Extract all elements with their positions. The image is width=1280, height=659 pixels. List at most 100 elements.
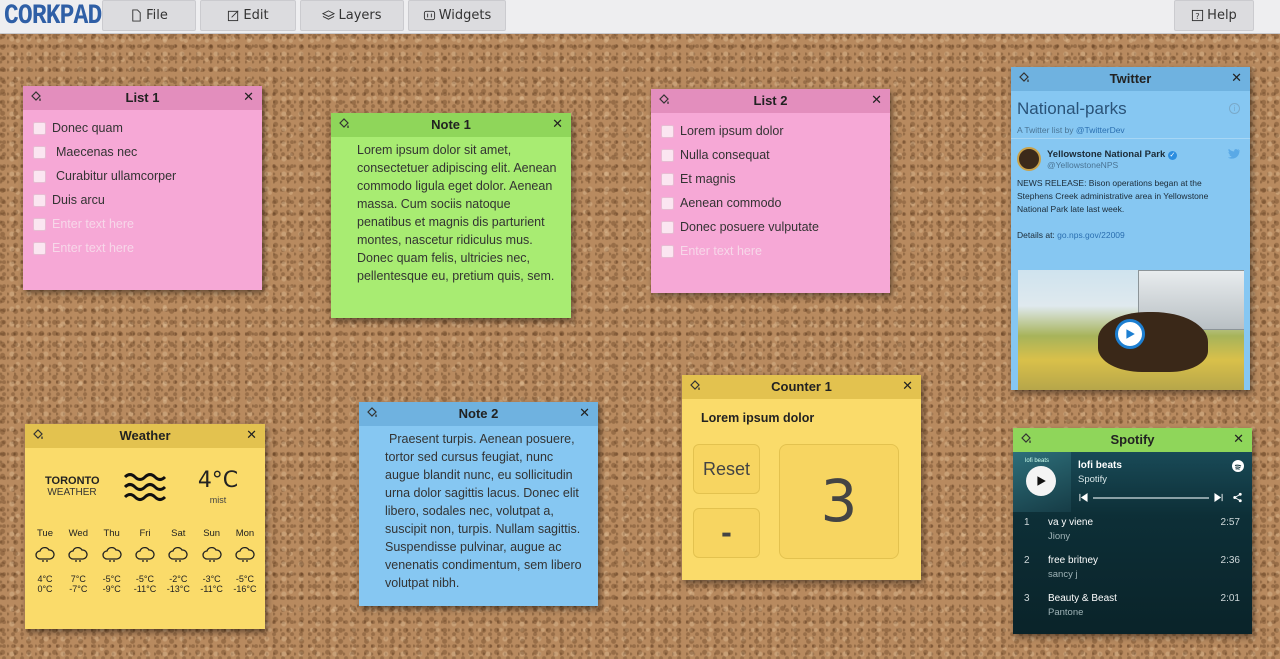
track-name[interactable]: Beauty & Beast [1048,593,1117,604]
track-row[interactable]: 3 Beauty & Beast Pantone 2:01 [1013,591,1252,629]
tweet-handle[interactable]: @YellowstoneNPS [1047,160,1177,170]
tweet-author[interactable]: Yellowstone National Park [1047,149,1165,160]
byline-handle[interactable]: @TwitterDev [1076,125,1125,135]
album-art[interactable]: lofi beats [1013,452,1071,512]
paint-bucket-icon[interactable] [337,117,351,131]
list-item-text[interactable]: Curabitur ullamcorper [56,169,176,183]
list-item-text[interactable]: Donec posuere vulputate [680,220,819,234]
details-link[interactable]: go.nps.gov/22009 [1057,230,1125,240]
layers-menu-button[interactable]: Layers [300,0,404,31]
widget-header[interactable]: Counter 1 ✕ [682,375,921,399]
spotify-logo-icon[interactable] [1232,460,1244,472]
checkbox[interactable] [33,121,46,135]
close-icon[interactable]: ✕ [243,86,254,108]
widget-header[interactable]: Note 2 ✕ [359,402,598,426]
note-1-widget[interactable]: Note 1 ✕ Lorem ipsum dolor sit amet, con… [331,113,571,318]
file-menu-button[interactable]: File [102,0,196,31]
paint-bucket-icon[interactable] [688,379,702,393]
list-item-text[interactable]: Aenean commodo [680,196,781,210]
list-item[interactable]: Lorem ipsum dolor [661,119,890,143]
paint-bucket-icon[interactable] [1017,71,1031,85]
checkbox[interactable] [661,124,674,138]
close-icon[interactable]: ✕ [246,424,257,446]
close-icon[interactable]: ✕ [1233,428,1244,450]
widget-header[interactable]: Note 1 ✕ [331,113,571,137]
weather-widget[interactable]: Weather ✕ TORONTO WEATHER 4°C mist Tue 4… [25,424,265,629]
edit-menu-button[interactable]: Edit [200,0,296,31]
checkbox[interactable] [661,244,674,258]
list-item-text[interactable]: Donec quam [52,121,123,135]
list-item[interactable]: Enter text here [33,212,262,236]
reset-button[interactable]: Reset [693,444,760,494]
list-item-text[interactable]: Maecenas nec [56,145,137,159]
track-artist[interactable]: Jiony [1048,531,1070,542]
previous-track-icon[interactable] [1079,493,1088,502]
widget-header[interactable]: List 2 ✕ [651,89,890,113]
note-text[interactable]: Praesent turpis. Aenean posuere, tortor … [359,426,598,592]
paint-bucket-icon[interactable] [29,90,43,104]
decrement-button[interactable]: - [693,508,760,558]
list-item[interactable]: Donec quam [33,116,262,140]
list-item-text[interactable]: Duis arcu [52,193,105,207]
track-name[interactable]: free britney [1048,555,1098,566]
track-artist[interactable]: sancy j [1048,569,1078,580]
checkbox[interactable] [33,241,46,255]
play-icon[interactable] [1026,466,1056,496]
close-icon[interactable]: ✕ [902,375,913,397]
list-item-input[interactable]: Enter text here [52,241,134,255]
note-text[interactable]: Lorem ipsum dolor sit amet, consectetuer… [331,137,571,285]
checkbox[interactable] [661,172,674,186]
checkbox[interactable] [661,220,674,234]
tweet-video[interactable] [1018,270,1244,390]
list-item-text[interactable]: Nulla consequat [680,148,770,162]
close-icon[interactable]: ✕ [552,113,563,135]
checkbox[interactable] [33,169,46,183]
close-icon[interactable]: ✕ [1231,67,1242,89]
list-item[interactable]: Enter text here [33,236,262,260]
next-track-icon[interactable] [1214,493,1223,502]
paint-bucket-icon[interactable] [1019,432,1033,446]
checkbox[interactable] [33,217,46,231]
checkbox[interactable] [33,193,46,207]
track-name[interactable]: va y viene [1048,517,1093,528]
tweet[interactable]: Yellowstone National Park ✓ @Yellowstone… [1011,139,1250,240]
spotify-widget[interactable]: Spotify ✕ lofi beats lofi beats Spotify … [1013,428,1252,634]
track-row[interactable]: 2 free britney sancy j 2:36 [1013,553,1252,591]
checkbox[interactable] [33,145,46,159]
track-artist[interactable]: Pantone [1048,607,1083,618]
counter-value[interactable]: 3 [779,444,899,559]
counter-1-widget[interactable]: Counter 1 ✕ Lorem ipsum dolor Reset - 3 [682,375,921,580]
paint-bucket-icon[interactable] [31,428,45,442]
list-item-text[interactable]: Et magnis [680,172,736,186]
list-item[interactable]: Et magnis [661,167,890,191]
twitter-widget[interactable]: Twitter ✕ National-parks A Twitter list … [1011,67,1250,390]
paint-bucket-icon[interactable] [657,93,671,107]
list-item[interactable]: Donec posuere vulputate [661,215,890,239]
list-1-widget[interactable]: List 1 ✕ Donec quam Maecenas nec Curabit… [23,86,262,290]
close-icon[interactable]: ✕ [579,402,590,424]
play-icon[interactable] [1115,319,1145,349]
list-item[interactable]: Enter text here [661,239,890,263]
avatar[interactable] [1017,147,1041,171]
track-row[interactable]: 1 va y viene Jiony 2:57 [1013,515,1252,553]
help-menu-button[interactable]: ? Help [1174,0,1254,31]
list-item[interactable]: Aenean commodo [661,191,890,215]
checkbox[interactable] [661,196,674,210]
list-item[interactable]: Curabitur ullamcorper [33,164,262,188]
share-icon[interactable] [1232,492,1243,503]
list-2-widget[interactable]: List 2 ✕ Lorem ipsum dolor Nulla consequ… [651,89,890,293]
close-icon[interactable]: ✕ [871,89,882,111]
list-item[interactable]: Nulla consequat [661,143,890,167]
list-item-text[interactable]: Lorem ipsum dolor [680,124,784,138]
widget-header[interactable]: List 1 ✕ [23,86,262,110]
twitter-list-name[interactable]: National-parks [1017,99,1242,119]
widgets-menu-button[interactable]: Widgets [408,0,506,31]
checkbox[interactable] [661,148,674,162]
progress-bar[interactable] [1093,497,1209,499]
playlist-name[interactable]: lofi beats [1078,460,1122,471]
list-item[interactable]: Maecenas nec [33,140,262,164]
list-item-input[interactable]: Enter text here [680,244,762,258]
list-item-input[interactable]: Enter text here [52,217,134,231]
info-icon[interactable]: i [1229,103,1240,114]
paint-bucket-icon[interactable] [365,406,379,420]
